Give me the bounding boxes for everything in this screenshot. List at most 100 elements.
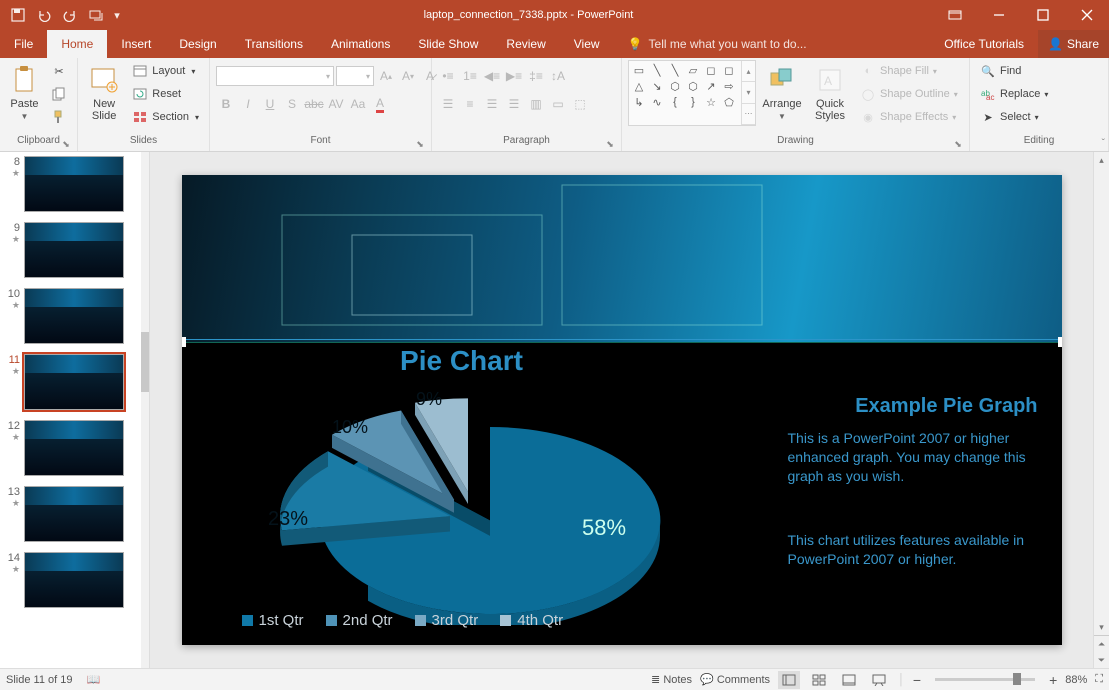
shape-effects-button[interactable]: ◉Shape Effects▾ — [856, 106, 962, 128]
font-color-button[interactable]: A — [370, 94, 390, 114]
change-case-button[interactable]: Aa — [348, 94, 368, 114]
zoom-in-button[interactable]: + — [1049, 672, 1057, 688]
font-name-combo[interactable]: ▾ — [216, 66, 334, 86]
thumbs-scrollbar[interactable] — [141, 152, 149, 668]
quick-styles-button[interactable]: A Quick Styles — [808, 60, 852, 122]
spellcheck-icon[interactable]: 📖 — [86, 673, 100, 686]
thumbnail-slide-12[interactable]: 12★ — [0, 416, 149, 482]
cut-button[interactable]: ✂ — [47, 60, 71, 82]
align-left-button[interactable]: ☰ — [438, 94, 458, 114]
minimize-button[interactable] — [977, 0, 1021, 30]
text-direction-button[interactable]: ↕A — [548, 66, 568, 86]
shapes-up[interactable]: ▴ — [742, 61, 755, 82]
italic-button[interactable]: I — [238, 94, 258, 114]
tab-slideshow[interactable]: Slide Show — [404, 30, 492, 58]
maximize-button[interactable] — [1021, 0, 1065, 30]
slideshow-view-button[interactable] — [868, 671, 890, 689]
zoom-out-button[interactable]: − — [913, 672, 921, 688]
smartart-button[interactable]: ⬚ — [570, 94, 590, 114]
slide-sorter-view-button[interactable] — [808, 671, 830, 689]
drawing-launcher[interactable]: ⬊ — [953, 139, 963, 149]
bullets-button[interactable]: •≡ — [438, 66, 458, 86]
office-tutorials-link[interactable]: Office Tutorials — [930, 30, 1038, 58]
shape-outline-button[interactable]: ◯Shape Outline▾ — [856, 83, 962, 105]
thumbnail-slide-14[interactable]: 14★ — [0, 548, 149, 614]
zoom-level[interactable]: 88% — [1065, 674, 1087, 686]
increase-font-button[interactable]: A▴ — [376, 66, 396, 86]
shape-fill-button[interactable]: ◐Shape Fill▾ — [856, 60, 962, 82]
slide-guide[interactable] — [182, 339, 1062, 343]
reset-button[interactable]: Reset — [128, 83, 203, 105]
thumbnail-slide-9[interactable]: 9★ — [0, 218, 149, 284]
thumbnail-slide-13[interactable]: 13★ — [0, 482, 149, 548]
font-launcher[interactable]: ⬊ — [415, 139, 425, 149]
normal-view-button[interactable] — [778, 671, 800, 689]
slide-counter[interactable]: Slide 11 of 19 — [6, 674, 72, 686]
start-from-beginning-button[interactable] — [84, 3, 108, 27]
decrease-indent-button[interactable]: ◀≡ — [482, 66, 502, 86]
paste-button[interactable]: Paste ▼ — [6, 60, 43, 121]
underline-button[interactable]: U — [260, 94, 280, 114]
shapes-gallery[interactable]: ▭╲╲▱◻◻ △↘⬡⬡↗⇨ ↳∿{}☆⬠ ▴▾⋯ — [628, 60, 756, 126]
thumbnail-slide-8[interactable]: 8★ — [0, 152, 149, 218]
layout-button[interactable]: Layout▾ — [128, 60, 203, 82]
shapes-more[interactable]: ⋯ — [742, 104, 755, 125]
font-size-combo[interactable]: ▾ — [336, 66, 374, 86]
justify-button[interactable]: ☰ — [504, 94, 524, 114]
fit-to-window-button[interactable]: ⛶ — [1095, 673, 1103, 686]
canvas-vertical-scrollbar[interactable]: ▴ ▾ ⏶ ⏷ — [1093, 152, 1109, 668]
format-painter-button[interactable] — [47, 106, 71, 128]
tell-me[interactable]: 💡Tell me what you want to do... — [614, 30, 807, 58]
scroll-up[interactable]: ▴ — [1094, 152, 1109, 168]
clipboard-launcher[interactable]: ⬊ — [61, 139, 71, 149]
thumbnail-slide-10[interactable]: 10★ — [0, 284, 149, 350]
find-button[interactable]: 🔍Find — [976, 60, 1052, 82]
share-button[interactable]: 👤Share — [1038, 30, 1109, 58]
paragraph-launcher[interactable]: ⬊ — [605, 139, 615, 149]
slide-thumbnails-pane[interactable]: 8★9★10★11★12★13★14★ — [0, 152, 150, 668]
align-right-button[interactable]: ☰ — [482, 94, 502, 114]
reading-view-button[interactable] — [838, 671, 860, 689]
tab-transitions[interactable]: Transitions — [231, 30, 317, 58]
slide[interactable]: Pie Chart Example Pie Graph This is a Po… — [182, 175, 1062, 645]
align-center-button[interactable]: ≡ — [460, 94, 480, 114]
section-button[interactable]: Section▾ — [128, 106, 203, 128]
undo-button[interactable] — [32, 3, 56, 27]
tab-design[interactable]: Design — [165, 30, 230, 58]
replace-button[interactable]: abacReplace▾ — [976, 83, 1052, 105]
shapes-down[interactable]: ▾ — [742, 82, 755, 103]
redo-button[interactable] — [58, 3, 82, 27]
close-button[interactable] — [1065, 0, 1109, 30]
shadow-button[interactable]: S — [282, 94, 302, 114]
comments-button[interactable]: 💬 Comments — [700, 673, 770, 686]
copy-button[interactable] — [47, 83, 71, 105]
collapse-ribbon-button[interactable]: ˇ — [1102, 138, 1105, 149]
prev-slide-button[interactable]: ⏶ — [1094, 636, 1109, 652]
strikethrough-button[interactable]: abc — [304, 94, 324, 114]
tab-file[interactable]: File — [0, 30, 47, 58]
align-text-button[interactable]: ▭ — [548, 94, 568, 114]
thumbnail-slide-11[interactable]: 11★ — [0, 350, 149, 416]
tab-view[interactable]: View — [560, 30, 614, 58]
tab-review[interactable]: Review — [492, 30, 559, 58]
qat-customize-button[interactable]: ▾ — [110, 3, 124, 27]
numbering-button[interactable]: 1≡ — [460, 66, 480, 86]
notes-button[interactable]: ≣ Notes — [651, 673, 692, 686]
arrange-button[interactable]: Arrange▼ — [760, 60, 804, 121]
save-button[interactable] — [6, 3, 30, 27]
select-button[interactable]: ➤Select▾ — [976, 106, 1052, 128]
next-slide-button[interactable]: ⏷ — [1094, 652, 1109, 668]
decrease-font-button[interactable]: A▾ — [398, 66, 418, 86]
tab-home[interactable]: Home — [47, 30, 107, 58]
tab-animations[interactable]: Animations — [317, 30, 404, 58]
zoom-slider[interactable] — [935, 678, 1035, 681]
columns-button[interactable]: ▥ — [526, 94, 546, 114]
char-spacing-button[interactable]: AV — [326, 94, 346, 114]
new-slide-button[interactable]: New Slide — [84, 60, 124, 122]
increase-indent-button[interactable]: ▶≡ — [504, 66, 524, 86]
tab-insert[interactable]: Insert — [107, 30, 165, 58]
line-spacing-button[interactable]: ‡≡ — [526, 66, 546, 86]
scroll-down[interactable]: ▾ — [1094, 619, 1109, 635]
slide-canvas-area[interactable]: Pie Chart Example Pie Graph This is a Po… — [150, 152, 1093, 668]
ribbon-display-options-button[interactable] — [933, 0, 977, 30]
